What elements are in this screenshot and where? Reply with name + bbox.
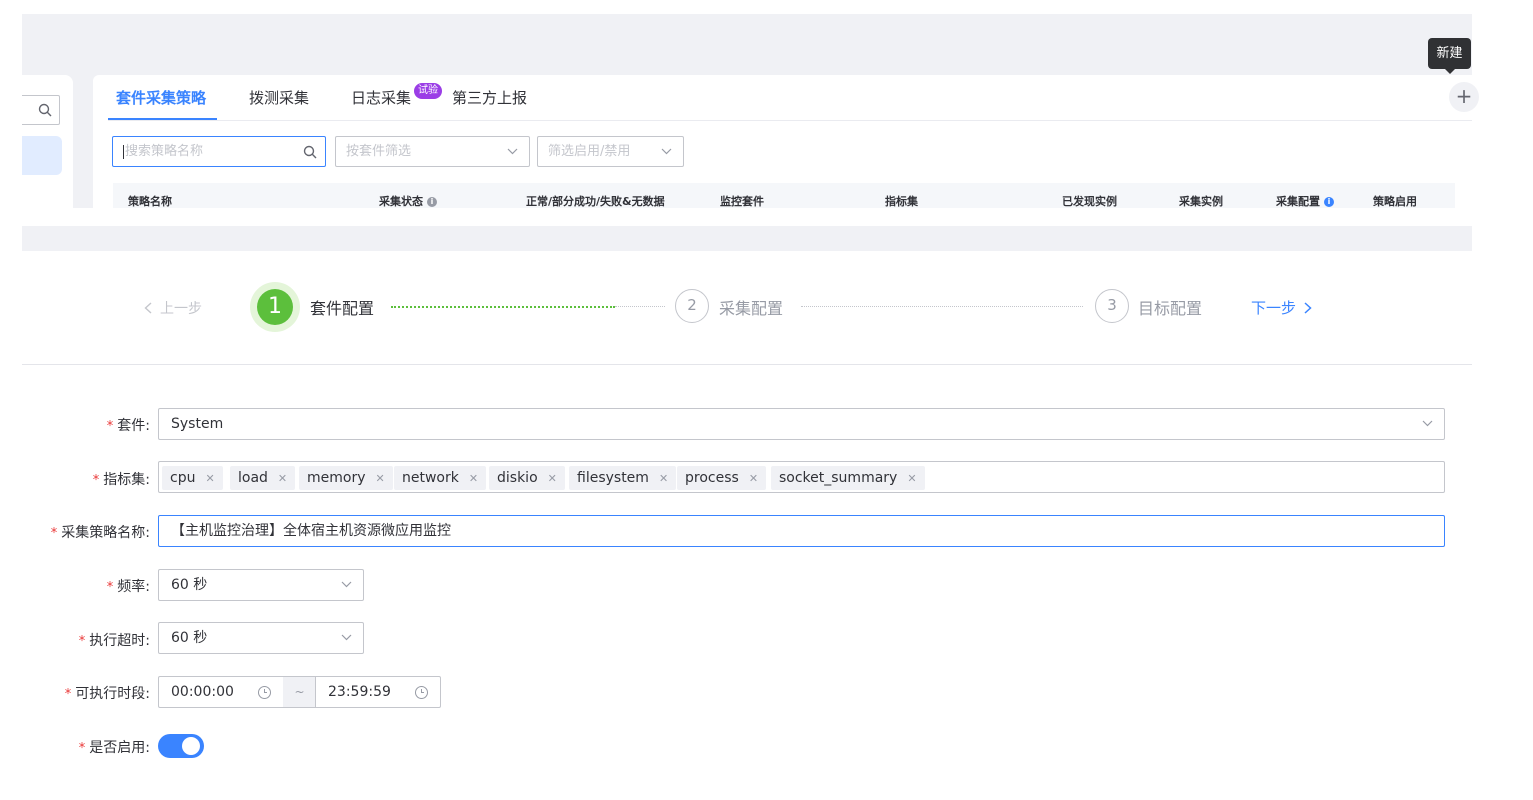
metric-tag: socket_summary ✕ (771, 466, 925, 490)
column-collect-status: 采集状态 i (379, 193, 437, 209)
tab-third-party-report[interactable]: 第三方上报 (452, 87, 527, 108)
chevron-down-icon (1422, 420, 1433, 427)
remove-tag-icon[interactable]: ✕ (548, 472, 557, 485)
strategy-table-header: 策略名称 采集状态 i 正常/部分成功/失败&无数据 监控套件 指标集 已发现实例… (113, 183, 1455, 208)
metric-tag: diskio ✕ (489, 466, 565, 490)
package-filter-select[interactable]: 按套件筛选 (335, 136, 530, 167)
clock-icon (258, 686, 271, 699)
column-metric-set: 指标集 (885, 195, 918, 208)
chevron-left-icon (144, 302, 152, 314)
remove-tag-icon[interactable]: ✕ (376, 472, 385, 485)
period-end-value: 23:59:59 (328, 684, 391, 700)
search-placeholder: 搜索策略名称 (125, 144, 204, 159)
frequency-value: 60 秒 (171, 577, 208, 593)
column-strategy-name: 策略名称 (128, 195, 172, 208)
period-end-input[interactable]: 23:59:59 (315, 676, 441, 708)
strategy-name-label: * 采集策略名称: (50, 525, 150, 541)
metric-set-select[interactable]: cpu ✕ load ✕ memory ✕ network ✕ diskio ✕ file… (158, 461, 1445, 493)
sidebar-search-box[interactable] (22, 95, 60, 125)
step-3-indicator: 3 (1095, 289, 1129, 323)
column-monitor-package: 监控套件 (720, 195, 764, 208)
prev-step-button[interactable]: 上一步 (144, 298, 202, 318)
metric-tag: process ✕ (677, 466, 767, 490)
strategy-name-input[interactable]: 【主机监控治理】全体宿主机资源微应用监控 (158, 515, 1445, 547)
period-label: * 可执行时段: (64, 686, 150, 702)
collection-tabs: 套件采集策略 拨测采集 日志采集 试验 第三方上报 + (108, 75, 1479, 121)
remove-tag-icon[interactable]: ✕ (278, 472, 287, 485)
chevron-down-icon (341, 634, 352, 641)
step-2-label: 采集配置 (719, 299, 784, 318)
active-tab-underline (108, 118, 217, 120)
tab-log-collection[interactable]: 日志采集 (351, 87, 411, 108)
enable-label: * 是否启用: (78, 740, 150, 756)
enable-toggle[interactable] (158, 734, 204, 758)
step-2-line (801, 306, 1083, 307)
metric-tag: memory ✕ (299, 466, 393, 490)
status-filter-placeholder: 筛选启用/禁用 (548, 144, 631, 159)
step-2-indicator: 2 (675, 289, 709, 323)
chevron-down-icon (507, 148, 518, 155)
column-collect-config: 采集配置 i (1276, 193, 1334, 209)
text-cursor (123, 144, 124, 159)
column-discovered-instances: 已发现实例 (1062, 195, 1117, 208)
section-divider-band (22, 226, 1472, 251)
metric-tag: filesystem ✕ (569, 466, 677, 490)
tab-package-strategy[interactable]: 套件采集策略 (116, 87, 206, 108)
search-strategy-input[interactable]: 搜索策略名称 (112, 136, 326, 167)
new-tooltip: 新建 (1428, 38, 1471, 74)
remove-tag-icon[interactable]: ✕ (469, 472, 478, 485)
metric-tag: cpu ✕ (162, 466, 223, 490)
period-start-value: 00:00:00 (171, 684, 234, 700)
status-filter-select[interactable]: 筛选启用/禁用 (537, 136, 684, 167)
remove-tag-icon[interactable]: ✕ (749, 472, 758, 485)
period-start-input[interactable]: 00:00:00 (158, 676, 284, 708)
package-label: * 套件: (106, 418, 150, 434)
add-strategy-button[interactable]: + (1449, 82, 1479, 112)
remove-tag-icon[interactable]: ✕ (907, 472, 916, 485)
timeout-select[interactable]: 60 秒 (158, 622, 364, 654)
info-icon[interactable]: i (1324, 197, 1334, 207)
toggle-knob (182, 737, 200, 755)
left-sidebar-fragment (22, 75, 73, 208)
chevron-down-icon (661, 148, 672, 155)
chevron-right-icon (1304, 302, 1312, 314)
column-collect-instances: 采集实例 (1179, 195, 1223, 208)
timeout-value: 60 秒 (171, 630, 208, 646)
step-1-label: 套件配置 (310, 299, 375, 318)
package-filter-placeholder: 按套件筛选 (346, 144, 412, 159)
metric-tag: network ✕ (394, 466, 487, 490)
step-1-indicator: 1 (250, 282, 300, 332)
package-value: System (171, 416, 224, 432)
strategy-list-panel: 套件采集策略 拨测采集 日志采集 试验 第三方上报 + 搜索策略名称 按套件筛选… (93, 75, 1479, 208)
step-1-progress-line (391, 306, 615, 308)
step-3-label: 目标配置 (1138, 299, 1203, 318)
chevron-down-icon (341, 581, 352, 588)
frequency-select[interactable]: 60 秒 (158, 569, 364, 601)
trial-badge: 试验 (414, 83, 442, 99)
remove-tag-icon[interactable]: ✕ (659, 472, 668, 485)
column-result-stats: 正常/部分成功/失败&无数据 (526, 195, 665, 208)
metric-set-label: * 指标集: (92, 472, 150, 488)
period-separator: ~ (283, 676, 316, 708)
info-icon[interactable]: i (427, 197, 437, 207)
search-icon (38, 103, 52, 117)
package-select[interactable]: System (158, 408, 1445, 440)
remove-tag-icon[interactable]: ✕ (205, 472, 214, 485)
column-strategy-enabled: 策略启用 (1373, 195, 1417, 208)
step-1-remaining-line (615, 306, 665, 307)
tab-dial-test[interactable]: 拨测采集 (249, 87, 309, 108)
timeout-label: * 执行超时: (78, 633, 150, 649)
next-step-button[interactable]: 下一步 (1251, 297, 1312, 318)
sidebar-item-active[interactable] (22, 136, 62, 175)
wizard-steps: 上一步 1 套件配置 2 采集配置 3 目标配置 下一步 (22, 251, 1472, 365)
metric-tag: load ✕ (230, 466, 296, 490)
frequency-label: * 频率: (106, 579, 150, 595)
clock-icon (415, 686, 428, 699)
search-icon (303, 145, 317, 159)
